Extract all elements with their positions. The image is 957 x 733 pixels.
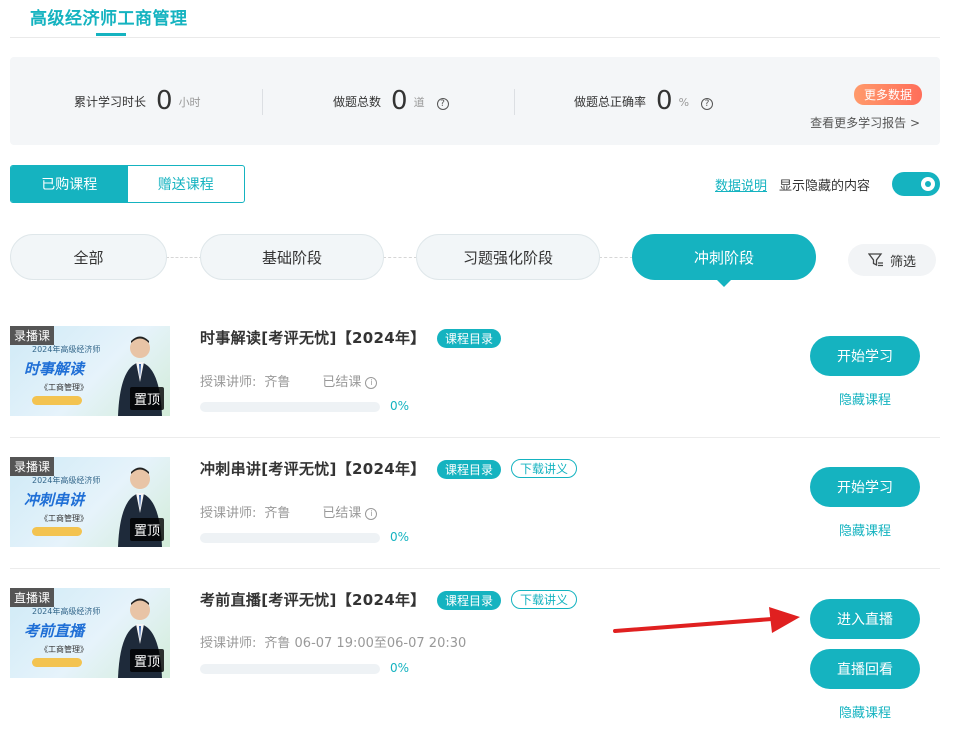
stat-study-time-unit: 小时 <box>178 96 201 109</box>
stat-study-time: 累计学习时长 0 小时 <box>74 85 201 116</box>
filter-label: 筛选 <box>889 254 916 270</box>
teacher-label: 授课讲师: <box>200 506 257 521</box>
course-meta: 授课讲师: 齐鲁 06-07 19:00至06-07 20:30 <box>200 632 466 651</box>
tab-purchased[interactable]: 已购课程 <box>11 166 128 202</box>
teacher-label: 授课讲师: <box>200 636 257 651</box>
stat-study-time-label: 累计学习时长 <box>74 95 147 109</box>
course-type-tag: 录播课 <box>10 457 55 476</box>
teacher-name-schedule: 齐鲁 06-07 19:00至06-07 20:30 <box>264 636 467 651</box>
thumb-title: 时事解读 <box>24 360 85 378</box>
thumb-title: 冲刺串讲 <box>24 491 85 509</box>
study-stats-panel: 累计学习时长 0 小时 做题总数 0 道 ? 做题总正确率 0 % ? 更多数据… <box>10 57 940 145</box>
stat-accuracy-unit: % <box>678 96 690 109</box>
course-thumbnail[interactable]: 直播课 2024年高级经济师 考前直播 《工商管理》 置顶 <box>10 588 170 678</box>
hide-course-link[interactable]: 隐藏课程 <box>810 389 920 408</box>
stat-accuracy-label: 做题总正确率 <box>574 95 647 109</box>
course-catalog-button[interactable]: 课程目录 <box>437 329 502 348</box>
thumb-year: 2024年高级经济师 <box>32 476 101 485</box>
stat-questions-label: 做题总数 <box>333 95 382 109</box>
stat-questions-value: 0 <box>391 86 408 116</box>
enter-live-button[interactable]: 进入直播 <box>810 599 920 639</box>
title-underline <box>96 33 126 36</box>
stat-accuracy: 做题总正确率 0 % ? <box>574 85 714 116</box>
course-thumbnail[interactable]: 录播课 2024年高级经济师 时事解读 《工商管理》 置顶 <box>10 326 170 416</box>
filter-icon <box>867 253 883 267</box>
download-notes-button[interactable]: 下载讲义 <box>511 590 578 609</box>
header-divider <box>10 37 940 38</box>
pin-button[interactable]: 置顶 <box>129 649 164 672</box>
course-catalog-button[interactable]: 课程目录 <box>437 591 502 610</box>
thumb-title: 考前直播 <box>24 622 85 640</box>
show-hidden-label: 显示隐藏的内容 <box>779 179 871 194</box>
course-type-tabs: 已购课程 赠送课程 <box>10 165 245 203</box>
progress-bar <box>200 664 380 674</box>
info-icon[interactable]: i <box>365 507 378 520</box>
row-divider <box>10 437 940 438</box>
stage-practice[interactable]: 习题强化阶段 <box>416 234 600 280</box>
stage-all[interactable]: 全部 <box>10 234 167 280</box>
course-status: 已结课 <box>322 375 362 390</box>
stage-basic[interactable]: 基础阶段 <box>200 234 384 280</box>
tab-gift[interactable]: 赠送课程 <box>128 166 245 202</box>
hide-course-link[interactable]: 隐藏课程 <box>810 702 920 721</box>
stat-accuracy-value: 0 <box>656 86 673 116</box>
course-type-tag: 录播课 <box>10 326 55 345</box>
stage-connector <box>166 257 202 258</box>
show-hidden-toggle[interactable] <box>892 172 940 196</box>
course-title[interactable]: 冲刺串讲[考评无忧]【2024年】 <box>200 458 426 479</box>
more-report-link[interactable]: 查看更多学习报告 > <box>810 114 920 131</box>
thumb-ribbon <box>32 396 82 405</box>
thumb-ribbon <box>32 527 82 536</box>
course-title[interactable]: 时事解读[考评无忧]【2024年】 <box>200 327 426 348</box>
hide-course-link[interactable]: 隐藏课程 <box>810 520 920 539</box>
course-meta: 授课讲师: 齐鲁 已结课 i <box>200 502 378 521</box>
course-catalog-button[interactable]: 课程目录 <box>437 460 502 479</box>
toggle-knob <box>921 177 935 191</box>
help-icon[interactable]: ? <box>701 98 714 110</box>
course-title[interactable]: 考前直播[考评无忧]【2024年】 <box>200 589 426 610</box>
progress-percent: 0% <box>390 530 410 544</box>
teacher-name: 齐鲁 <box>264 506 291 521</box>
teacher-label: 授课讲师: <box>200 375 257 390</box>
page-title: 高级经济师工商管理 <box>30 9 188 29</box>
more-data-badge[interactable]: 更多数据 <box>853 84 922 105</box>
row-divider <box>10 568 940 569</box>
stat-divider <box>514 89 515 115</box>
course-status: 已结课 <box>322 506 362 521</box>
thumb-subtitle: 《工商管理》 <box>40 645 88 654</box>
pin-button[interactable]: 置顶 <box>129 518 164 541</box>
progress-bar <box>200 402 380 412</box>
thumb-ribbon <box>32 658 82 667</box>
stat-study-time-value: 0 <box>156 86 173 116</box>
progress-percent: 0% <box>390 661 410 675</box>
progress-percent: 0% <box>390 399 410 413</box>
teacher-name: 齐鲁 <box>264 375 291 390</box>
filter-button[interactable]: 筛选 <box>848 244 936 276</box>
thumb-year: 2024年高级经济师 <box>32 345 101 354</box>
stat-divider <box>262 89 263 115</box>
help-icon[interactable]: ? <box>436 98 449 110</box>
thumb-year: 2024年高级经济师 <box>32 607 101 616</box>
stage-sprint[interactable]: 冲刺阶段 <box>632 234 816 287</box>
course-meta: 授课讲师: 齐鲁 已结课 i <box>200 371 378 390</box>
data-explain-link[interactable]: 数据说明 <box>715 175 767 194</box>
red-arrow-annotation <box>613 607 800 633</box>
info-icon[interactable]: i <box>365 376 378 389</box>
progress-bar <box>200 533 380 543</box>
thumb-subtitle: 《工商管理》 <box>40 514 88 523</box>
stage-connector <box>383 257 417 258</box>
stage-connector <box>599 257 633 258</box>
course-thumbnail[interactable]: 录播课 2024年高级经济师 冲刺串讲 《工商管理》 置顶 <box>10 457 170 547</box>
start-study-button[interactable]: 开始学习 <box>810 336 920 376</box>
stat-questions: 做题总数 0 道 ? <box>333 85 449 116</box>
thumb-subtitle: 《工商管理》 <box>40 383 88 392</box>
pin-button[interactable]: 置顶 <box>129 387 164 410</box>
stat-questions-unit: 道 <box>413 96 425 109</box>
live-replay-button[interactable]: 直播回看 <box>810 649 920 689</box>
course-type-tag: 直播课 <box>10 588 55 607</box>
start-study-button[interactable]: 开始学习 <box>810 467 920 507</box>
download-notes-button[interactable]: 下载讲义 <box>511 459 578 478</box>
